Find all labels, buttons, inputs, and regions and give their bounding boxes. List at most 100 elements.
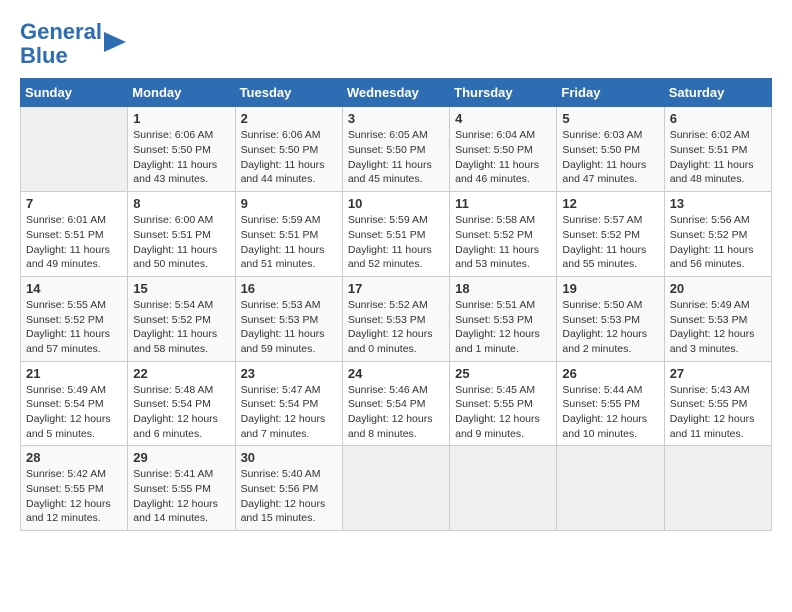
day-number: 24	[348, 366, 444, 381]
day-number: 18	[455, 281, 551, 296]
calendar-cell: 9 Sunrise: 5:59 AM Sunset: 5:51 PM Daylig…	[235, 192, 342, 277]
header-thursday: Thursday	[450, 79, 557, 107]
calendar-cell: 20 Sunrise: 5:49 AM Sunset: 5:53 PM Dayli…	[664, 276, 771, 361]
day-number: 1	[133, 111, 229, 126]
week-row-3: 14 Sunrise: 5:55 AM Sunset: 5:52 PM Dayli…	[21, 276, 772, 361]
day-number: 13	[670, 196, 766, 211]
calendar-cell	[664, 446, 771, 531]
day-info: Sunrise: 5:57 AM Sunset: 5:52 PM Dayligh…	[562, 213, 658, 272]
header-sunday: Sunday	[21, 79, 128, 107]
day-info: Sunrise: 6:00 AM Sunset: 5:51 PM Dayligh…	[133, 213, 229, 272]
day-number: 7	[26, 196, 122, 211]
day-number: 2	[241, 111, 337, 126]
day-number: 9	[241, 196, 337, 211]
day-info: Sunrise: 5:46 AM Sunset: 5:54 PM Dayligh…	[348, 383, 444, 442]
day-number: 12	[562, 196, 658, 211]
day-number: 19	[562, 281, 658, 296]
week-row-1: 1 Sunrise: 6:06 AM Sunset: 5:50 PM Daylig…	[21, 107, 772, 192]
logo-arrow-icon	[104, 28, 126, 56]
day-number: 14	[26, 281, 122, 296]
logo: GeneralBlue	[20, 20, 126, 68]
day-number: 20	[670, 281, 766, 296]
day-info: Sunrise: 5:55 AM Sunset: 5:52 PM Dayligh…	[26, 298, 122, 357]
calendar-cell: 1 Sunrise: 6:06 AM Sunset: 5:50 PM Daylig…	[128, 107, 235, 192]
header-friday: Friday	[557, 79, 664, 107]
calendar-cell: 4Sunrise: 6:04 AM Sunset: 5:50 PM Daylig…	[450, 107, 557, 192]
calendar-cell: 26 Sunrise: 5:44 AM Sunset: 5:55 PM Dayli…	[557, 361, 664, 446]
day-number: 16	[241, 281, 337, 296]
day-info: Sunrise: 6:04 AM Sunset: 5:50 PM Dayligh…	[455, 128, 551, 187]
calendar-cell: 11Sunrise: 5:58 AM Sunset: 5:52 PM Dayli…	[450, 192, 557, 277]
day-number: 30	[241, 450, 337, 465]
calendar-cell: 16 Sunrise: 5:53 AM Sunset: 5:53 PM Dayli…	[235, 276, 342, 361]
week-row-2: 7 Sunrise: 6:01 AM Sunset: 5:51 PM Daylig…	[21, 192, 772, 277]
day-number: 11	[455, 196, 551, 211]
day-info: Sunrise: 5:51 AM Sunset: 5:53 PM Dayligh…	[455, 298, 551, 357]
day-info: Sunrise: 5:53 AM Sunset: 5:53 PM Dayligh…	[241, 298, 337, 357]
calendar-cell: 21 Sunrise: 5:49 AM Sunset: 5:54 PM Dayli…	[21, 361, 128, 446]
day-info: Sunrise: 5:42 AM Sunset: 5:55 PM Dayligh…	[26, 467, 122, 526]
day-number: 25	[455, 366, 551, 381]
calendar-cell: 12 Sunrise: 5:57 AM Sunset: 5:52 PM Dayli…	[557, 192, 664, 277]
day-number: 21	[26, 366, 122, 381]
day-info: Sunrise: 5:45 AM Sunset: 5:55 PM Dayligh…	[455, 383, 551, 442]
day-info: Sunrise: 5:59 AM Sunset: 5:51 PM Dayligh…	[241, 213, 337, 272]
day-number: 8	[133, 196, 229, 211]
calendar-cell: 27 Sunrise: 5:43 AM Sunset: 5:55 PM Dayli…	[664, 361, 771, 446]
calendar-table: SundayMondayTuesdayWednesdayThursdayFrid…	[20, 78, 772, 531]
day-info: Sunrise: 5:54 AM Sunset: 5:52 PM Dayligh…	[133, 298, 229, 357]
calendar-cell: 29 Sunrise: 5:41 AM Sunset: 5:55 PM Dayli…	[128, 446, 235, 531]
calendar-cell	[557, 446, 664, 531]
calendar-cell: 30 Sunrise: 5:40 AM Sunset: 5:56 PM Dayli…	[235, 446, 342, 531]
day-info: Sunrise: 5:49 AM Sunset: 5:53 PM Dayligh…	[670, 298, 766, 357]
day-info: Sunrise: 5:40 AM Sunset: 5:56 PM Dayligh…	[241, 467, 337, 526]
day-number: 6	[670, 111, 766, 126]
week-row-5: 28 Sunrise: 5:42 AM Sunset: 5:55 PM Dayli…	[21, 446, 772, 531]
calendar-cell: 2 Sunrise: 6:06 AM Sunset: 5:50 PM Daylig…	[235, 107, 342, 192]
calendar-cell: 14 Sunrise: 5:55 AM Sunset: 5:52 PM Dayli…	[21, 276, 128, 361]
day-info: Sunrise: 5:47 AM Sunset: 5:54 PM Dayligh…	[241, 383, 337, 442]
day-info: Sunrise: 5:50 AM Sunset: 5:53 PM Dayligh…	[562, 298, 658, 357]
calendar-cell: 5Sunrise: 6:03 AM Sunset: 5:50 PM Daylig…	[557, 107, 664, 192]
calendar-cell: 13 Sunrise: 5:56 AM Sunset: 5:52 PM Dayli…	[664, 192, 771, 277]
header-row: SundayMondayTuesdayWednesdayThursdayFrid…	[21, 79, 772, 107]
day-number: 10	[348, 196, 444, 211]
page-header: GeneralBlue	[20, 20, 772, 68]
header-monday: Monday	[128, 79, 235, 107]
day-number: 17	[348, 281, 444, 296]
calendar-cell: 6Sunrise: 6:02 AM Sunset: 5:51 PM Daylig…	[664, 107, 771, 192]
day-info: Sunrise: 6:06 AM Sunset: 5:50 PM Dayligh…	[241, 128, 337, 187]
day-number: 29	[133, 450, 229, 465]
logo-text: GeneralBlue	[20, 20, 102, 68]
day-number: 3	[348, 111, 444, 126]
calendar-cell: 17Sunrise: 5:52 AM Sunset: 5:53 PM Dayli…	[342, 276, 449, 361]
day-info: Sunrise: 6:05 AM Sunset: 5:50 PM Dayligh…	[348, 128, 444, 187]
day-info: Sunrise: 5:49 AM Sunset: 5:54 PM Dayligh…	[26, 383, 122, 442]
day-info: Sunrise: 6:06 AM Sunset: 5:50 PM Dayligh…	[133, 128, 229, 187]
calendar-cell: 22Sunrise: 5:48 AM Sunset: 5:54 PM Dayli…	[128, 361, 235, 446]
calendar-cell	[21, 107, 128, 192]
calendar-cell: 23Sunrise: 5:47 AM Sunset: 5:54 PM Dayli…	[235, 361, 342, 446]
day-number: 27	[670, 366, 766, 381]
calendar-cell: 10 Sunrise: 5:59 AM Sunset: 5:51 PM Dayli…	[342, 192, 449, 277]
day-info: Sunrise: 5:59 AM Sunset: 5:51 PM Dayligh…	[348, 213, 444, 272]
calendar-cell: 19 Sunrise: 5:50 AM Sunset: 5:53 PM Dayli…	[557, 276, 664, 361]
calendar-cell: 7 Sunrise: 6:01 AM Sunset: 5:51 PM Daylig…	[21, 192, 128, 277]
day-info: Sunrise: 5:48 AM Sunset: 5:54 PM Dayligh…	[133, 383, 229, 442]
day-info: Sunrise: 5:56 AM Sunset: 5:52 PM Dayligh…	[670, 213, 766, 272]
day-number: 28	[26, 450, 122, 465]
day-info: Sunrise: 6:01 AM Sunset: 5:51 PM Dayligh…	[26, 213, 122, 272]
calendar-cell: 18 Sunrise: 5:51 AM Sunset: 5:53 PM Dayli…	[450, 276, 557, 361]
header-tuesday: Tuesday	[235, 79, 342, 107]
day-number: 15	[133, 281, 229, 296]
header-wednesday: Wednesday	[342, 79, 449, 107]
calendar-cell: 8 Sunrise: 6:00 AM Sunset: 5:51 PM Daylig…	[128, 192, 235, 277]
day-info: Sunrise: 5:41 AM Sunset: 5:55 PM Dayligh…	[133, 467, 229, 526]
day-info: Sunrise: 5:43 AM Sunset: 5:55 PM Dayligh…	[670, 383, 766, 442]
day-info: Sunrise: 5:44 AM Sunset: 5:55 PM Dayligh…	[562, 383, 658, 442]
calendar-cell: 24 Sunrise: 5:46 AM Sunset: 5:54 PM Dayli…	[342, 361, 449, 446]
calendar-cell: 28 Sunrise: 5:42 AM Sunset: 5:55 PM Dayli…	[21, 446, 128, 531]
calendar-cell: 3 Sunrise: 6:05 AM Sunset: 5:50 PM Daylig…	[342, 107, 449, 192]
day-number: 26	[562, 366, 658, 381]
calendar-cell	[342, 446, 449, 531]
